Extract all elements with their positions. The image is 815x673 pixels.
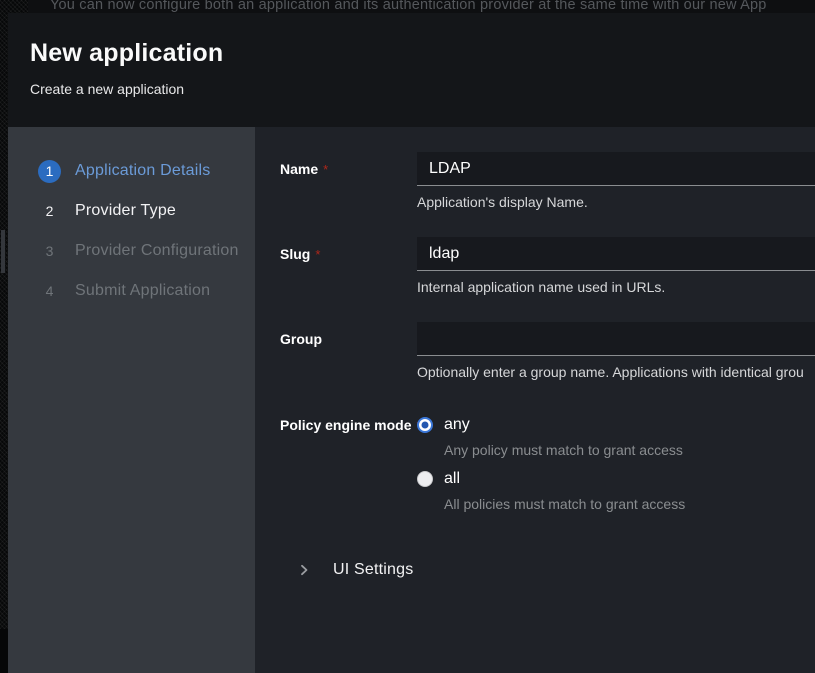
radio-checked-icon[interactable] — [417, 417, 433, 433]
step-label: Application Details — [75, 162, 210, 180]
policy-mode-all-help: All policies must match to grant access — [444, 496, 685, 512]
policy-mode-any-option[interactable]: any — [417, 416, 470, 434]
banner-text: You can now configure both an applicatio… — [50, 0, 767, 13]
name-field-row: Name* Application's display Name. — [255, 152, 815, 210]
chevron-right-icon — [298, 564, 310, 576]
modal-body: 1 Application Details 2 Provider Type 3 … — [8, 127, 815, 673]
modal-header: New application Create a new application — [8, 13, 815, 127]
wizard-step-submit-application: 4 Submit Application — [8, 271, 255, 311]
ui-settings-label: UI Settings — [333, 561, 413, 579]
name-input[interactable] — [417, 152, 815, 186]
slug-input[interactable] — [417, 237, 815, 271]
new-application-modal: New application Create a new application… — [8, 13, 815, 673]
slug-field-label: Slug* — [280, 246, 320, 262]
wizard-step-application-details[interactable]: 1 Application Details — [8, 151, 255, 191]
step-number: 4 — [38, 280, 61, 303]
required-asterisk: * — [315, 247, 320, 262]
wizard-step-provider-configuration: 3 Provider Configuration — [8, 231, 255, 271]
group-field-row: Group Optionally enter a group name. App… — [255, 322, 815, 380]
policy-mode-all-label[interactable]: all — [444, 470, 460, 488]
modal-subtitle: Create a new application — [30, 81, 815, 97]
page-edge-detail — [1, 230, 5, 273]
required-asterisk: * — [323, 162, 328, 177]
slug-field-row: Slug* Internal application name used in … — [255, 237, 815, 295]
wizard-step-nav: 1 Application Details 2 Provider Type 3 … — [8, 127, 255, 673]
policy-mode-all-option[interactable]: all — [417, 470, 460, 488]
policy-mode-any-help: Any policy must match to grant access — [444, 442, 683, 458]
policy-mode-any-label[interactable]: any — [444, 416, 470, 434]
step-label: Provider Configuration — [75, 242, 239, 260]
notification-banner: You can now configure both an applicatio… — [28, 0, 815, 14]
group-field-label: Group — [280, 331, 322, 347]
step-label: Provider Type — [75, 202, 176, 220]
name-field-label: Name* — [280, 161, 328, 177]
name-help-text: Application's display Name. — [417, 194, 815, 210]
step-label: Submit Application — [75, 282, 210, 300]
wizard-step-provider-type[interactable]: 2 Provider Type — [8, 191, 255, 231]
modal-title: New application — [30, 39, 815, 68]
step-number: 3 — [38, 240, 61, 263]
step-number: 2 — [38, 200, 61, 223]
policy-engine-mode-row: Policy engine mode* any Any policy must … — [255, 416, 815, 526]
ui-settings-expander[interactable]: UI Settings — [255, 557, 815, 583]
policy-engine-mode-label: Policy engine mode* — [280, 417, 422, 433]
step-number-badge: 1 — [38, 160, 61, 183]
slug-help-text: Internal application name used in URLs. — [417, 279, 815, 295]
radio-unchecked-icon[interactable] — [417, 471, 433, 487]
group-input[interactable] — [417, 322, 815, 356]
group-help-text: Optionally enter a group name. Applicati… — [417, 364, 815, 380]
application-details-form: Name* Application's display Name. Slug* … — [255, 127, 815, 673]
